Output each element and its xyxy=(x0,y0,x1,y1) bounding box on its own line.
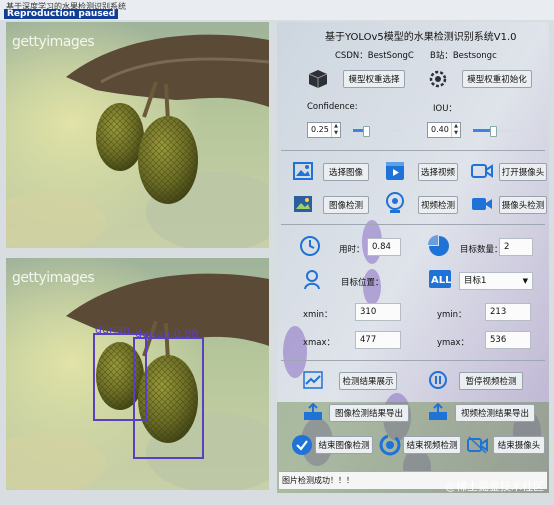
spin-arrows-icon[interactable]: ▲ ▼ xyxy=(451,123,460,137)
footer-watermark: @稀土掘金技术社区 xyxy=(445,480,544,493)
spin-arrows-icon[interactable]: ▲ ▼ xyxy=(331,123,340,137)
ymax-field: 536 xyxy=(485,331,531,349)
xmin-field: 310 xyxy=(355,303,401,321)
camera-off-icon[interactable] xyxy=(467,435,489,455)
detection-image: durian durian 0.88 xyxy=(6,258,269,490)
export-icon[interactable] xyxy=(428,403,448,421)
open-camera-button[interactable]: 打开摄像头 xyxy=(499,163,547,181)
target-select-value: 目标1 xyxy=(464,276,487,286)
export-icon[interactable] xyxy=(303,403,323,421)
divider xyxy=(281,224,545,225)
bilibili-label: B站：Bestsongc xyxy=(430,51,497,61)
confidence-value: 0.25 xyxy=(311,125,329,134)
chart-line-icon[interactable] xyxy=(303,371,323,389)
count-label: 目标数量： xyxy=(460,245,503,255)
iou-spinbox[interactable]: 0.40 ▲ ▼ xyxy=(427,122,461,138)
window-titlebar: 基于深度学习的水果检测识别系统 Reproduction paused xyxy=(0,0,554,20)
app-title: 基于YOLOv5模型的水果检测识别系统V1.0 xyxy=(325,32,517,43)
iou-slider[interactable] xyxy=(473,126,523,137)
webcam-icon[interactable] xyxy=(385,192,405,214)
end-camera-button[interactable]: 结束摄像头 xyxy=(493,436,545,454)
select-video-button[interactable]: 选择视频 xyxy=(418,163,458,181)
count-field: 2 xyxy=(499,238,533,256)
time-field: 0.84 xyxy=(367,238,401,256)
model-init-button[interactable]: 模型权重初始化 xyxy=(462,70,532,88)
camera-detect-button[interactable]: 摄像头检测 xyxy=(499,196,547,214)
svg-text:ALL: ALL xyxy=(431,275,451,286)
confidence-spinbox[interactable]: 0.25 ▲ ▼ xyxy=(307,122,341,138)
top-watermark: gettyimages xyxy=(12,34,95,50)
select-image-button[interactable]: 选择图像 xyxy=(323,163,369,181)
pause-icon[interactable] xyxy=(428,370,448,390)
end-video-button[interactable]: 结束视频检测 xyxy=(403,436,461,454)
original-image xyxy=(6,22,269,248)
control-panel: 基于YOLOv5模型的水果检测识别系统V1.0 CSDN：BestSongC B… xyxy=(277,22,549,493)
detection-label-1: durian xyxy=(95,323,130,336)
csdn-label: CSDN：BestSongC xyxy=(335,51,414,61)
xmin-label: xmin： xyxy=(303,310,333,320)
target-select[interactable]: 目标1 ▼ xyxy=(459,272,533,290)
confidence-label: Confidence: xyxy=(307,102,358,112)
time-label: 用时： xyxy=(339,245,365,255)
video-detect-button[interactable]: 视频检测 xyxy=(418,196,458,214)
video-file-icon[interactable] xyxy=(385,161,405,181)
original-image-panel: gettyimages xyxy=(6,22,269,248)
show-results-button[interactable]: 检测结果展示 xyxy=(339,372,397,390)
cube-icon xyxy=(308,70,328,88)
chevron-down-icon[interactable]: ▼ xyxy=(523,273,528,289)
end-image-button[interactable]: 结束图像检测 xyxy=(315,436,373,454)
check-circle-icon[interactable] xyxy=(291,434,313,456)
clock-icon xyxy=(300,236,320,256)
ymin-field: 213 xyxy=(485,303,531,321)
xmax-label: xmax： xyxy=(303,338,336,348)
detection-label-2: durian 0.88 xyxy=(135,327,198,340)
bottom-watermark: gettyimages xyxy=(12,270,95,286)
camera-icon[interactable] xyxy=(471,162,493,180)
detection-image-panel: durian durian 0.88 gettyimages xyxy=(6,258,269,490)
pie-chart-icon xyxy=(428,235,449,256)
confidence-slider[interactable] xyxy=(353,126,403,137)
stop-circle-icon[interactable] xyxy=(379,434,401,456)
image-icon[interactable] xyxy=(293,162,313,180)
ymin-label: ymin： xyxy=(437,310,467,320)
pause-video-button[interactable]: 暂停视频检测 xyxy=(459,372,523,390)
image-detect-icon[interactable] xyxy=(293,195,313,213)
image-detect-button[interactable]: 图像检测 xyxy=(323,196,369,214)
iou-slider-handle[interactable] xyxy=(490,126,497,137)
location-pin-icon xyxy=(304,270,320,290)
divider xyxy=(281,360,545,361)
xmax-field: 477 xyxy=(355,331,401,349)
video-camera-icon[interactable] xyxy=(471,195,493,213)
export-image-button[interactable]: 图像检测结果导出 xyxy=(329,404,409,422)
confidence-slider-handle[interactable] xyxy=(362,126,370,137)
ymax-label: ymax： xyxy=(437,338,470,348)
settings-icon xyxy=(429,70,447,88)
export-video-button[interactable]: 视频检测结果导出 xyxy=(455,404,535,422)
divider xyxy=(281,150,545,151)
status-message: 图片检测成功！！！ xyxy=(282,476,354,485)
iou-value: 0.40 xyxy=(431,125,449,134)
position-label: 目标位置： xyxy=(341,278,384,288)
paused-badge: Reproduction paused xyxy=(4,9,119,19)
iou-label: IOU： xyxy=(433,104,457,114)
model-select-button[interactable]: 模型权重选择 xyxy=(343,70,405,88)
all-icon: ALL xyxy=(429,270,451,288)
